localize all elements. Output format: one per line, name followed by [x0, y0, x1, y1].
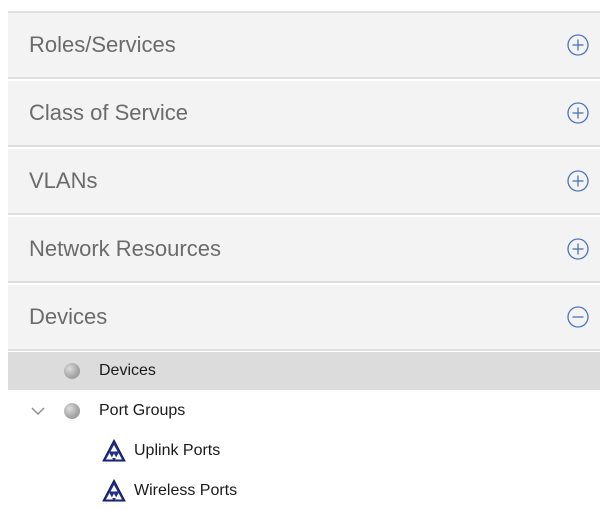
- accordion-label: Class of Service: [29, 100, 188, 125]
- accordion-header-roles-services[interactable]: Roles/Services: [8, 13, 600, 79]
- accordion-label: VLANs: [29, 168, 98, 193]
- plus-circle-icon[interactable]: [566, 237, 590, 261]
- tree-item-uplink-ports[interactable]: Uplink Ports: [8, 432, 600, 470]
- chevron-down-icon[interactable]: [30, 405, 46, 417]
- policy-navigation-panel: Roles/Services Class of Service VLANs Ne…: [8, 0, 600, 506]
- accordion-header-vlans[interactable]: VLANs: [8, 149, 600, 215]
- plus-circle-icon[interactable]: [566, 33, 590, 57]
- accordion-header-network-resources[interactable]: Network Resources: [8, 217, 600, 283]
- gray-sphere-icon: [64, 363, 80, 379]
- accordion-label: Devices: [29, 304, 108, 329]
- tree-item-label: Wireless Ports: [134, 482, 238, 499]
- tree-item-devices[interactable]: Devices: [8, 352, 600, 390]
- tree-item-label: Uplink Ports: [134, 442, 221, 459]
- gray-sphere-icon: [64, 403, 80, 419]
- accordion-label: Roles/Services: [29, 32, 176, 57]
- plus-circle-icon[interactable]: [566, 101, 590, 125]
- port-group-triangle-icon: [102, 439, 126, 462]
- minus-circle-icon[interactable]: [566, 305, 590, 329]
- port-group-triangle-icon: [102, 479, 126, 502]
- tree-item-label: Port Groups: [99, 402, 186, 419]
- tree-item-label: Devices: [99, 362, 156, 379]
- accordion-label: Network Resources: [29, 236, 221, 261]
- accordion-header-class-of-service[interactable]: Class of Service: [8, 81, 600, 147]
- tree-item-port-groups[interactable]: Port Groups: [8, 392, 600, 430]
- plus-circle-icon[interactable]: [566, 169, 590, 193]
- tree-item-wireless-ports[interactable]: Wireless Ports: [8, 472, 600, 510]
- accordion-header-devices[interactable]: Devices: [8, 285, 600, 351]
